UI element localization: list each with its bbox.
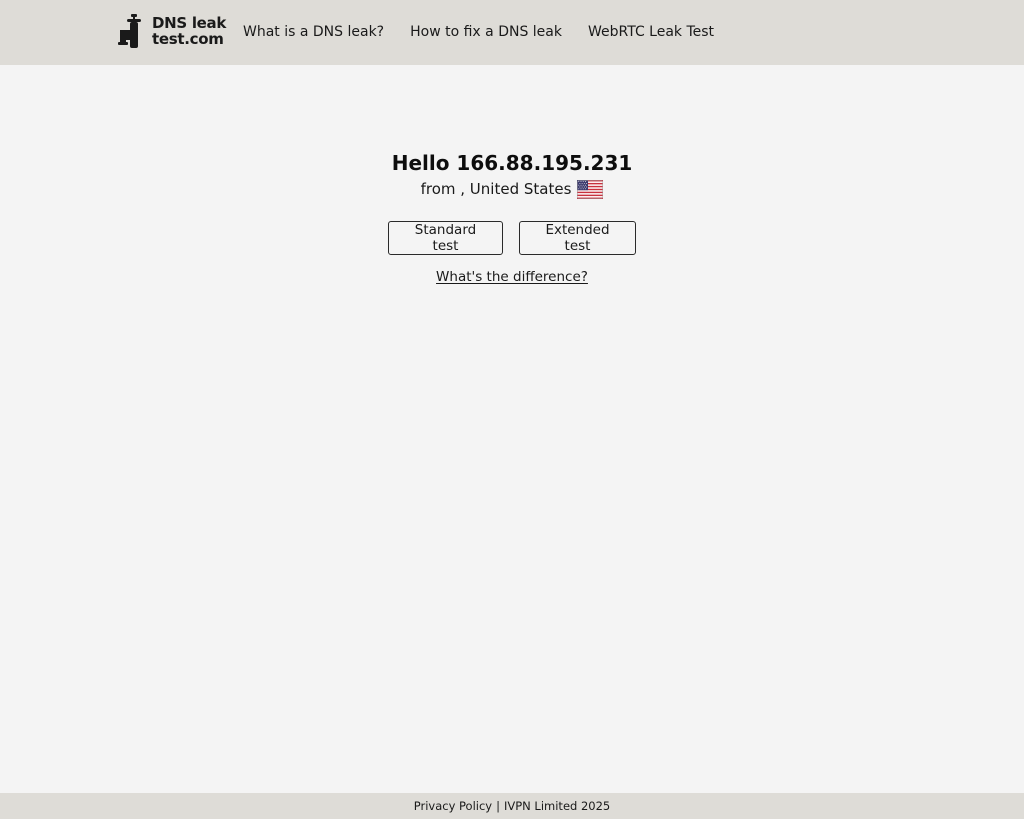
footer-copyright: IVPN Limited 2025: [503, 799, 611, 813]
main-nav: What is a DNS leak? How to fix a DNS lea…: [243, 22, 714, 42]
privacy-policy-link[interactable]: Privacy Policy: [414, 799, 492, 813]
logo-line-1: DNS leak: [152, 14, 227, 32]
footer-separator: |: [496, 799, 500, 813]
logo-line-2: test.com: [152, 30, 224, 48]
location-text: from , United States: [420, 180, 572, 198]
standard-test-button[interactable]: Standard test: [388, 221, 503, 255]
top-navigation-bar: DNS leak test.com What is a DNS leak? Ho…: [0, 0, 1024, 65]
whats-the-difference-link[interactable]: What's the difference?: [436, 269, 588, 285]
faucet-icon: [118, 14, 141, 48]
extended-test-button[interactable]: Extended test: [519, 221, 636, 255]
main-content: Hello 166.88.195.231 from , United State…: [0, 150, 1024, 285]
site-logo-link[interactable]: DNS leak test.com: [118, 14, 226, 48]
location-line: from , United States: [0, 179, 1024, 199]
nav-link-how-to-fix[interactable]: How to fix a DNS leak: [410, 22, 562, 42]
nav-link-webrtc-leak-test[interactable]: WebRTC Leak Test: [588, 22, 714, 42]
logo-wordmark: DNS leak test.com: [152, 15, 226, 47]
test-buttons: Standard test Extended test: [0, 221, 1024, 255]
us-flag-icon: [577, 179, 604, 199]
greeting-ip-heading: Hello 166.88.195.231: [391, 151, 633, 175]
page-footer: Privacy Policy | IVPN Limited 2025: [0, 793, 1024, 819]
nav-link-what-is-dns-leak[interactable]: What is a DNS leak?: [243, 22, 384, 42]
